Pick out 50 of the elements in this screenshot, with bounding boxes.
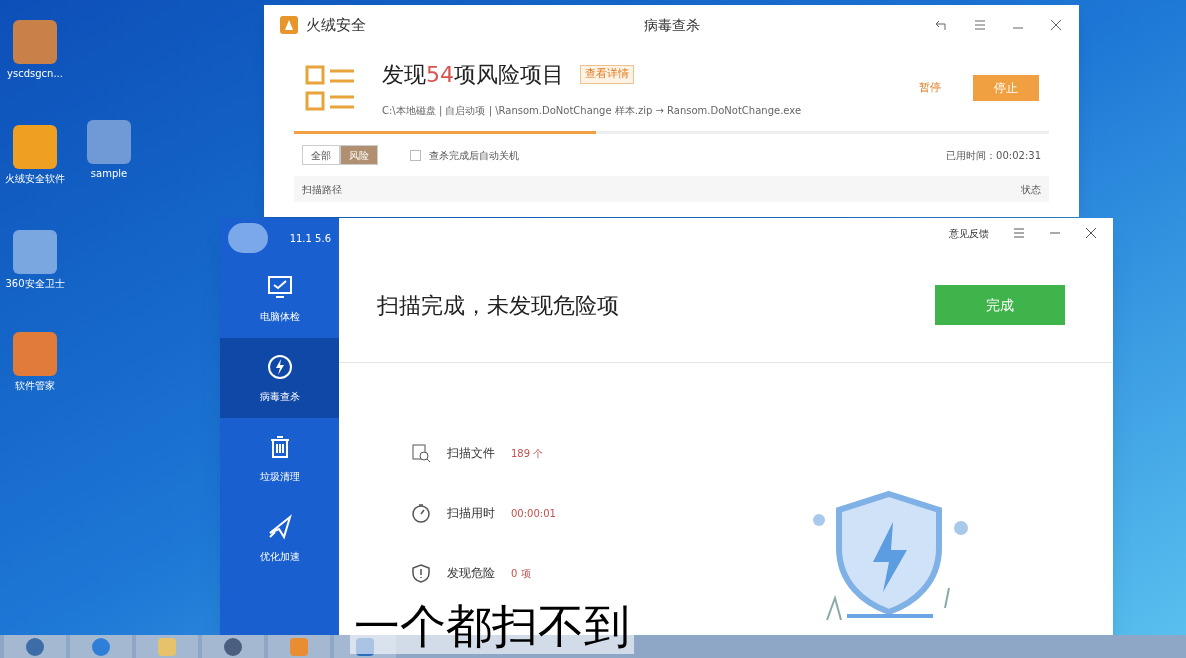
menu-icon[interactable] xyxy=(973,18,987,32)
stat-value: 189 个 xyxy=(511,446,544,461)
scan-result-heading: 发现54项风险项目 xyxy=(382,61,564,89)
desktop-shortcut-icon[interactable] xyxy=(13,125,57,169)
shield-alert-icon xyxy=(411,563,431,583)
checkbox-label: 查杀完成后自动关机 xyxy=(429,148,519,163)
close-icon[interactable] xyxy=(1049,18,1063,32)
back-icon[interactable] xyxy=(935,18,949,32)
taskbar-button[interactable] xyxy=(4,635,66,658)
version-text: 11.1 5.6 xyxy=(289,231,331,246)
desktop-shortcut-icon[interactable] xyxy=(13,332,57,376)
window-title: 病毒查杀 xyxy=(642,15,701,35)
scan-path-text: C:\本地磁盘 | 自启动项 | \Ransom.DoNotChange 样本.zip → Ransom.DoNotChange.exe xyxy=(382,104,803,118)
desktop-shortcut-icon[interactable] xyxy=(13,20,57,64)
column-header: 状态 xyxy=(1021,182,1041,197)
desktop-icon-label[interactable]: yscdsgcn... xyxy=(7,68,63,80)
sidebar-item[interactable]: 电脑体检 xyxy=(220,258,339,338)
sidebar-item[interactable]: 垃圾清理 xyxy=(220,418,339,498)
close-icon[interactable] xyxy=(1085,227,1097,239)
filter-tab[interactable]: 风险 xyxy=(340,145,378,165)
file-search-icon xyxy=(411,443,431,463)
desktop-icon-label[interactable]: 火绒安全软件 xyxy=(5,173,65,185)
taskbar-button[interactable] xyxy=(334,635,396,658)
elapsed-time: 已用时间：00:02:31 xyxy=(946,148,1041,163)
desktop-icon-label[interactable]: 软件管家 xyxy=(15,380,55,392)
result-heading: 扫描完成，未发现危险项 xyxy=(377,291,619,320)
taskbar-button[interactable] xyxy=(70,635,132,658)
stat-label: 扫描用时 xyxy=(447,505,495,522)
desktop-icon-label[interactable]: sample xyxy=(90,168,128,180)
filter-tab[interactable]: 全部 xyxy=(302,145,340,165)
stopwatch-icon xyxy=(411,503,431,523)
taskbar-button[interactable] xyxy=(202,635,264,658)
stat-label: 扫描文件 xyxy=(447,445,495,462)
lightning-icon xyxy=(265,352,294,381)
sidebar-item[interactable]: 病毒查杀 xyxy=(220,338,339,418)
sidebar-item[interactable]: 优化加速 xyxy=(220,498,339,578)
desktop-icon-label[interactable]: 360安全卫士 xyxy=(5,278,65,290)
checkbox[interactable] xyxy=(410,149,421,161)
menu-icon[interactable] xyxy=(1013,227,1025,239)
flame-logo-icon xyxy=(280,16,298,34)
feedback-link[interactable]: 意见反馈 xyxy=(949,225,989,241)
desktop-shortcut-icon[interactable] xyxy=(87,120,131,164)
stat-value: 00:00:01 xyxy=(511,506,556,521)
pause-button[interactable]: 暂停 xyxy=(911,79,949,97)
desktop-shortcut-icon[interactable] xyxy=(13,230,57,274)
column-header: 扫描路径 xyxy=(302,182,342,197)
stat-value: 0 项 xyxy=(511,566,531,581)
app-name: 火绒安全 xyxy=(306,14,366,36)
stat-label: 发现危险 xyxy=(447,565,495,582)
logo-placeholder xyxy=(228,223,268,253)
